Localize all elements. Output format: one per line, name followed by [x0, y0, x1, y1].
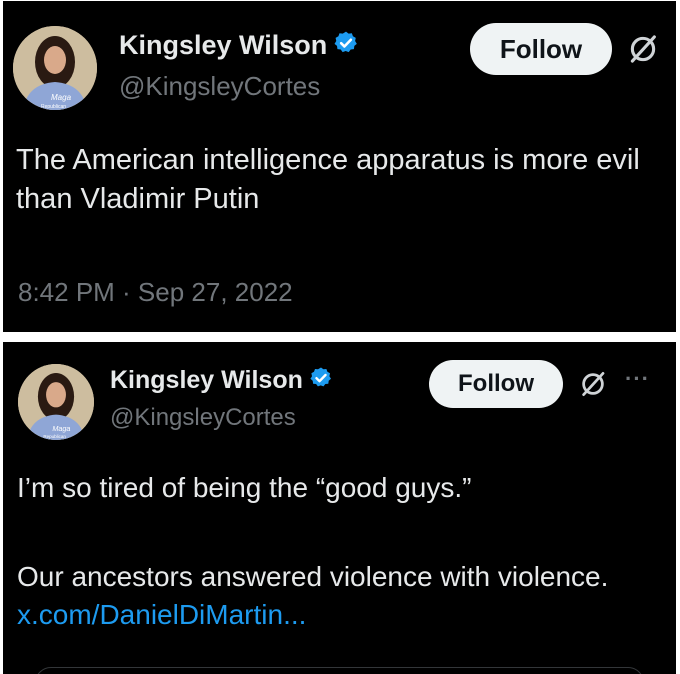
svg-text:Republican: Republican: [43, 434, 66, 439]
handle[interactable]: @KingsleyCortes: [110, 404, 296, 432]
follow-button[interactable]: Follow: [429, 360, 563, 408]
tweet-link[interactable]: x.com/DanielDiMartin...: [17, 599, 306, 630]
tweet-text: The American intelligence apparatus is m…: [16, 144, 640, 216]
tweet-text-line-1: I’m so tired of being the “good guys.”: [17, 472, 472, 503]
grok-icon[interactable]: [626, 32, 660, 71]
avatar[interactable]: Maga Republican: [13, 26, 97, 110]
avatar[interactable]: Maga Republican: [18, 364, 94, 440]
display-name[interactable]: Kingsley Wilson: [110, 366, 303, 395]
svg-text:Maga: Maga: [52, 424, 70, 433]
follow-button[interactable]: Follow: [470, 23, 612, 75]
verified-badge-icon: [333, 30, 359, 61]
grok-icon[interactable]: [578, 369, 608, 404]
tweet-panel-1: Maga Republican Kingsley Wilson @Kingsle…: [3, 1, 676, 332]
svg-text:Maga: Maga: [51, 93, 72, 102]
link-card[interactable]: [35, 667, 644, 674]
timestamp[interactable]: 8:42 PM · Sep 27, 2022: [18, 277, 293, 308]
svg-text:Republican: Republican: [41, 104, 66, 110]
name-row: Kingsley Wilson: [119, 28, 359, 62]
tweet-panel-2: Maga Republican Kingsley Wilson @Kingsle…: [3, 342, 676, 674]
handle[interactable]: @KingsleyCortes: [119, 71, 320, 102]
tweet-text-paragraph-2: Our ancestors answered violence with vio…: [17, 558, 617, 634]
more-options-icon[interactable]: ···: [625, 366, 650, 392]
verified-badge-icon: [309, 366, 333, 395]
display-name[interactable]: Kingsley Wilson: [119, 30, 327, 61]
tweet-text-line-2: Our ancestors answered violence with vio…: [17, 561, 609, 592]
name-row: Kingsley Wilson: [110, 364, 333, 396]
